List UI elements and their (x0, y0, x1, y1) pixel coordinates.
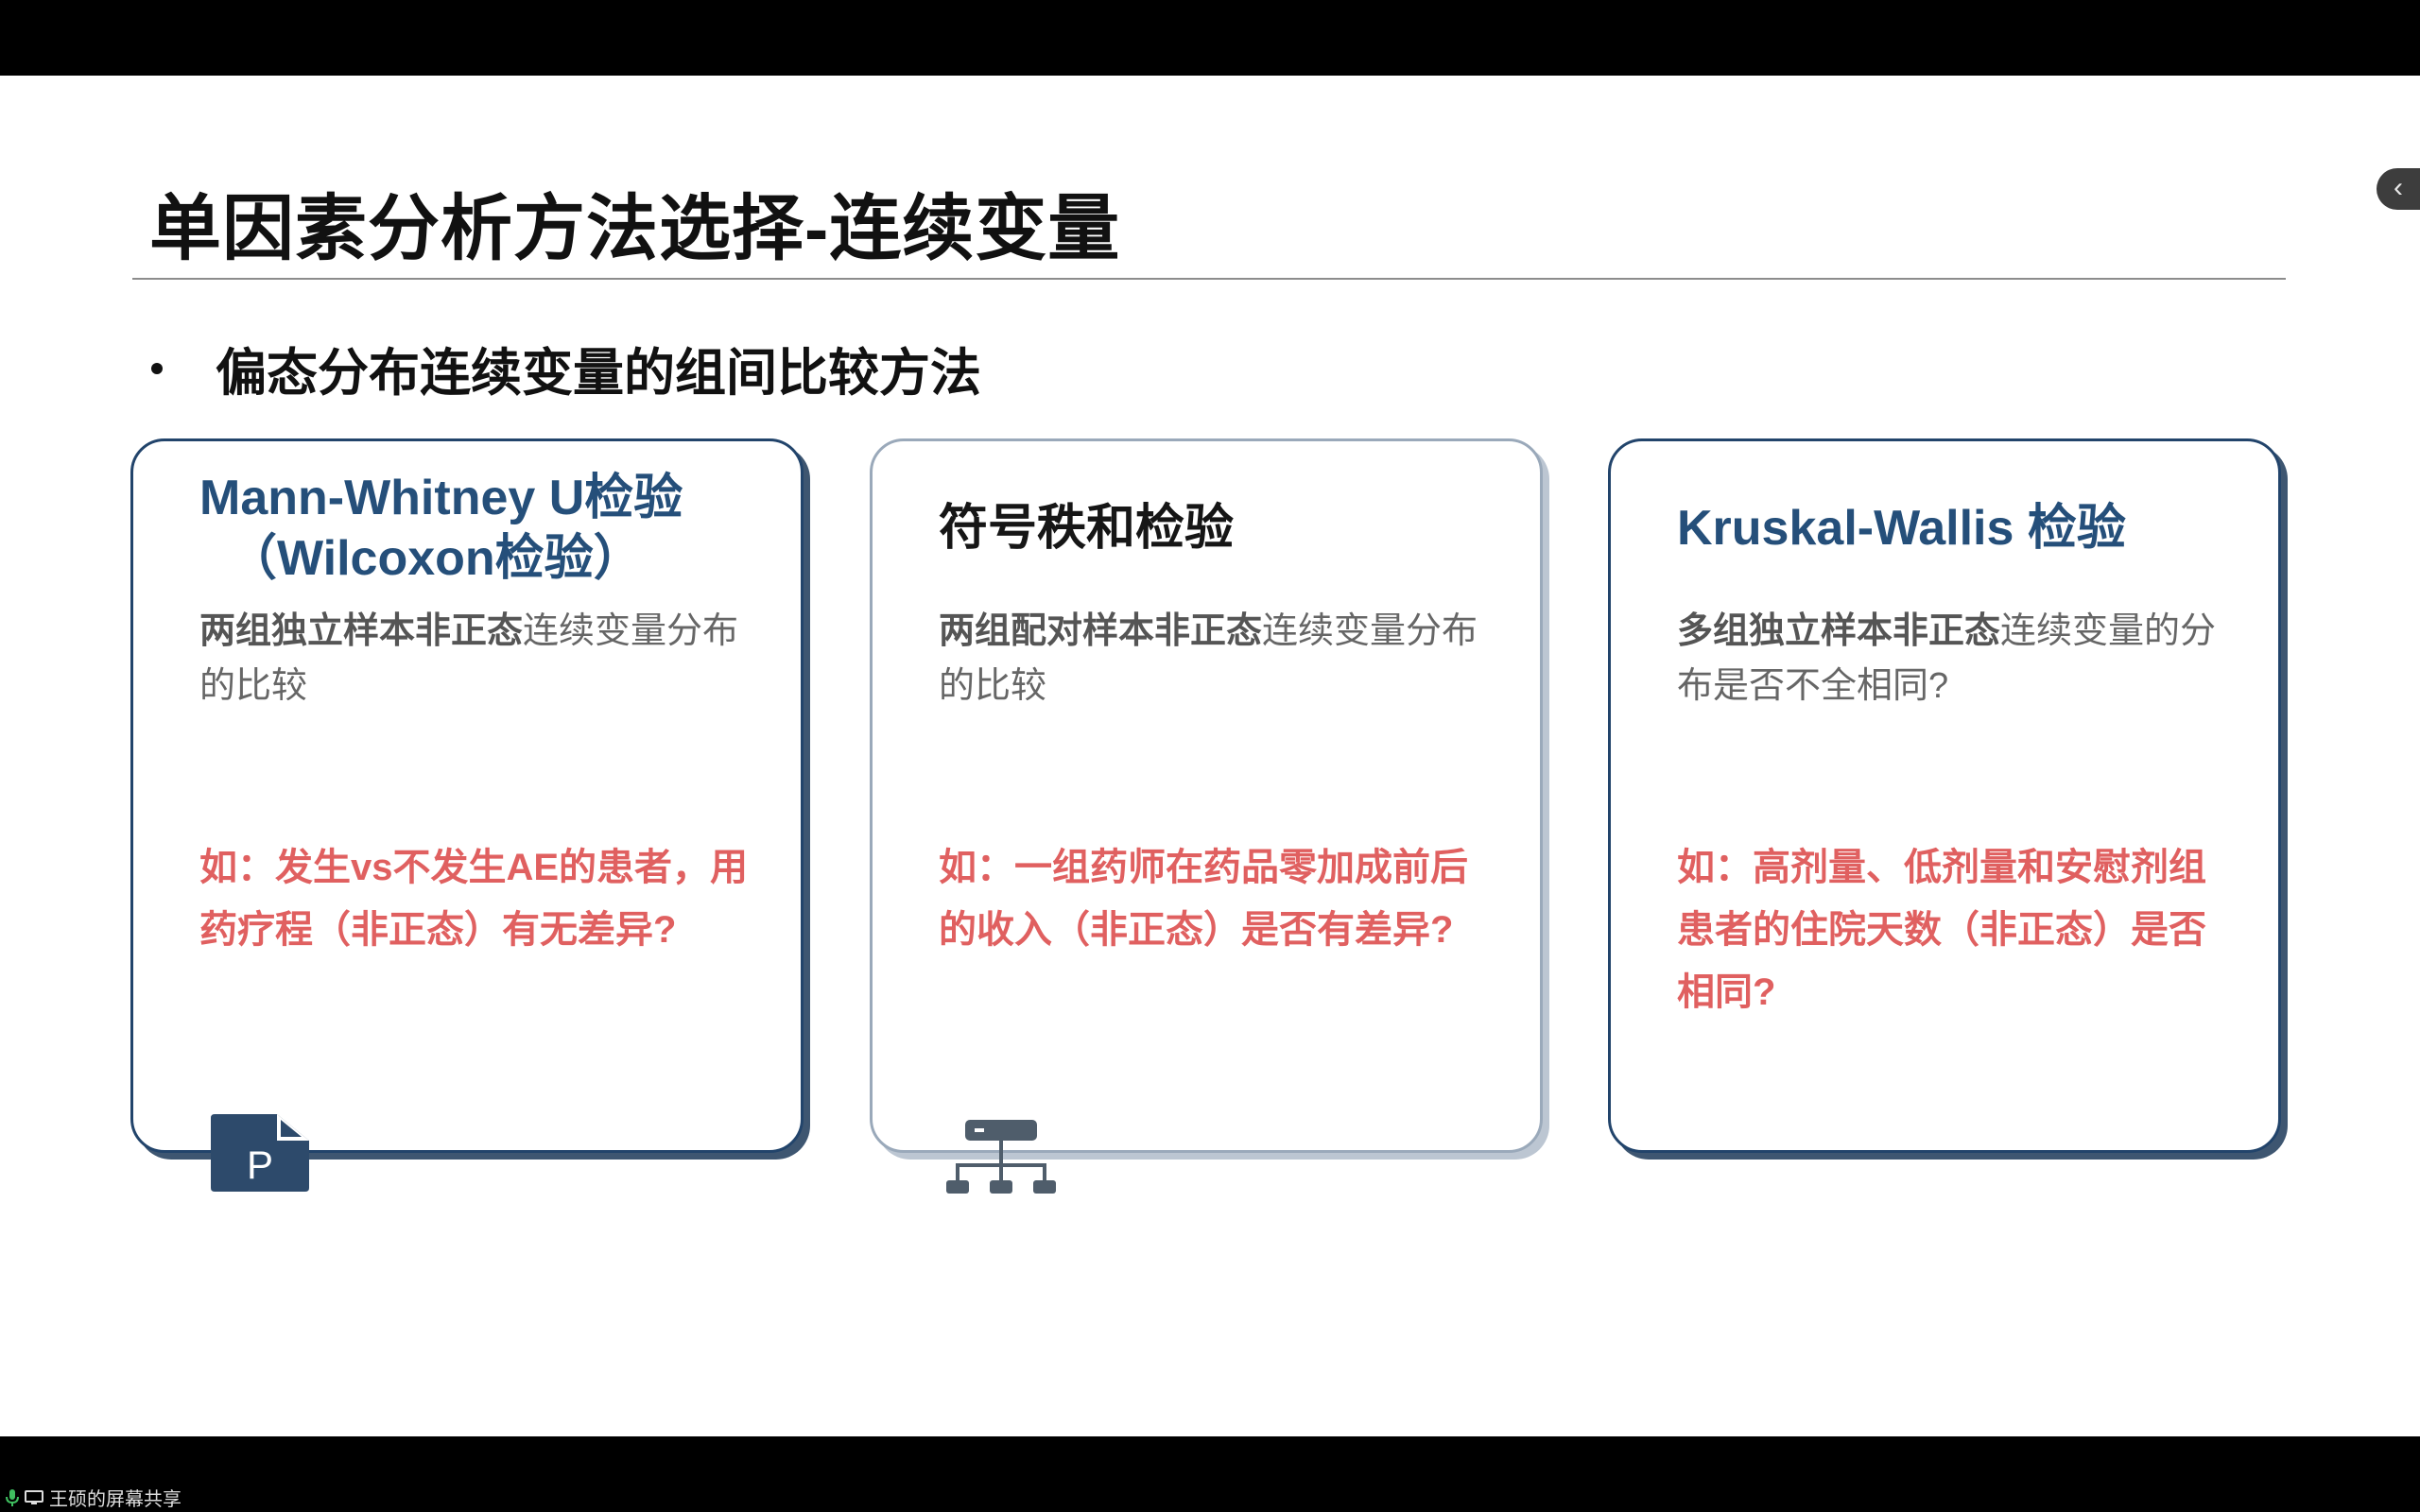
card-description-emphasis: 多组独立样本非正态 (1677, 611, 2001, 651)
card-example: 如：发生vs不发生AE的患者，用药疗程（非正态）有无差异? (199, 847, 749, 951)
card-description: 多组独立样本非正态连续变量的分布是否不全相同? (1677, 604, 2225, 713)
bullet-dot-icon (151, 362, 163, 374)
title-divider (132, 278, 2286, 280)
svg-text:P: P (247, 1143, 273, 1187)
card-title: Mann-Whitney U检验 （Wilcoxon检验） (199, 468, 683, 589)
screen-share-indicator[interactable]: 王硕的屏幕共享 (6, 1484, 182, 1511)
card-title-line2: （Wilcoxon检验） (228, 531, 643, 586)
card-description: 两组配对样本非正态连续变量分布的比较 (939, 604, 1487, 713)
screen-share-icon (25, 1489, 43, 1505)
card-title: Kruskal-Wallis 检验 (1677, 501, 2126, 556)
method-card-mann-whitney: Mann-Whitney U检验 （Wilcoxon检验） 两组独立样本非正态连… (130, 438, 804, 1192)
method-card-signed-rank: 符号秩和检验 两组配对样本非正态连续变量分布的比较 如：一组药师在药品零加成前后… (870, 438, 1543, 1194)
card-title: 符号秩和检验 (939, 501, 1235, 556)
org-chart-icon (944, 1120, 1058, 1199)
mic-icon (6, 1488, 19, 1506)
card-example: 如：一组药师在药品零加成前后的收入（非正态）是否有差异? (939, 847, 1468, 951)
document-p-icon: P (211, 1114, 309, 1192)
card-example: 如：高剂量、低剂量和安慰剂组患者的住院天数（非正态）是否相同? (1677, 847, 2206, 1013)
screen-share-label: 王硕的屏幕共享 (49, 1489, 182, 1510)
card-title-line1: Mann-Whitney U检验 (199, 471, 683, 525)
top-black-bar (0, 0, 2420, 76)
card-description-emphasis: 两组独立样本非正态 (199, 611, 524, 651)
collapse-panel-chevron-icon[interactable]: ‹ (2377, 168, 2420, 210)
bullet-item: 偏态分布连续变量的组间比较方法 (151, 331, 981, 405)
slide-title: 单因素分析方法选择-连续变量 (149, 189, 1121, 269)
bullet-text: 偏态分布连续变量的组间比较方法 (216, 345, 981, 402)
card-description-emphasis: 两组配对样本非正态 (939, 611, 1263, 651)
method-card-kruskal-wallis: Kruskal-Wallis 检验 多组独立样本非正态连续变量的分布是否不全相同… (1608, 438, 2281, 1153)
bottom-black-bar (0, 1436, 2420, 1512)
card-description: 两组独立样本非正态连续变量分布的比较 (199, 604, 748, 713)
presentation-slide: 单因素分析方法选择-连续变量 偏态分布连续变量的组间比较方法 Mann-Whit… (0, 76, 2420, 1436)
